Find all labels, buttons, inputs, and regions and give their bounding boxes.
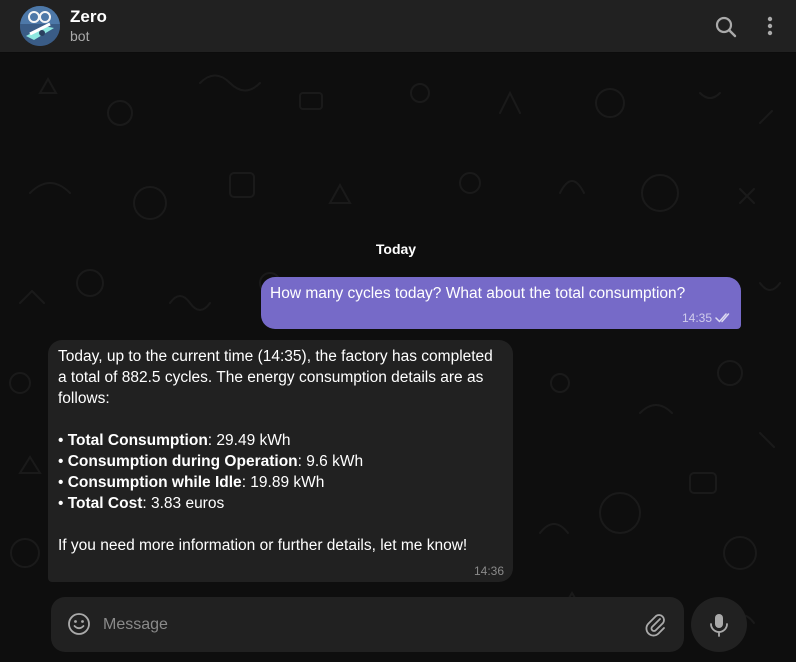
more-vertical-icon[interactable] bbox=[756, 13, 784, 41]
incoming-message[interactable]: Today, up to the current time (14:35), t… bbox=[48, 340, 513, 582]
message-body: Today, up to the current time (14:35), t… bbox=[58, 346, 498, 556]
search-icon[interactable] bbox=[712, 13, 740, 41]
list-item-label: Total Cost bbox=[67, 495, 143, 512]
chat-header: Zero bot bbox=[0, 0, 796, 53]
voice-message-button[interactable] bbox=[691, 597, 747, 652]
list-item-value: : 3.83 euros bbox=[142, 495, 225, 512]
mic-icon bbox=[710, 614, 728, 637]
message-time: 14:35 bbox=[681, 311, 712, 325]
list-item: • Consumption during Operation: 9.6 kWh bbox=[58, 453, 364, 470]
list-item: • Total Consumption: 29.49 kWh bbox=[58, 432, 291, 449]
message-text: How many cycles today? What about the to… bbox=[270, 285, 686, 302]
chat-subtitle: bot bbox=[70, 28, 90, 44]
list-item-label: Total Consumption bbox=[67, 432, 208, 449]
message-composer bbox=[51, 597, 684, 652]
message-intro: Today, up to the current time (14:35), t… bbox=[58, 348, 493, 407]
list-item: • Consumption while Idle: 19.89 kWh bbox=[58, 474, 325, 491]
message-input[interactable] bbox=[103, 607, 633, 642]
list-item: • Total Cost: 3.83 euros bbox=[58, 495, 225, 512]
message-outro: If you need more information or further … bbox=[58, 537, 468, 554]
list-item-label: Consumption while Idle bbox=[67, 474, 242, 491]
list-item-value: : 29.49 kWh bbox=[207, 432, 291, 449]
chat-title[interactable]: Zero bbox=[70, 7, 107, 27]
double-check-icon bbox=[715, 313, 730, 323]
outgoing-message[interactable]: How many cycles today? What about the to… bbox=[261, 277, 741, 329]
avatar[interactable] bbox=[20, 6, 60, 46]
message-meta: 14:35 bbox=[682, 311, 733, 325]
attach-icon[interactable] bbox=[642, 611, 668, 637]
message-time: 14:36 bbox=[473, 564, 504, 578]
date-divider: Today bbox=[375, 241, 417, 257]
list-item-label: Consumption during Operation bbox=[67, 453, 298, 470]
bot-avatar-icon bbox=[20, 6, 60, 46]
list-item-value: : 19.89 kWh bbox=[241, 474, 325, 491]
list-item-value: : 9.6 kWh bbox=[297, 453, 364, 470]
emoji-icon[interactable] bbox=[66, 611, 92, 637]
chat-area[interactable]: Today How many cycles today? What about … bbox=[0, 53, 796, 662]
